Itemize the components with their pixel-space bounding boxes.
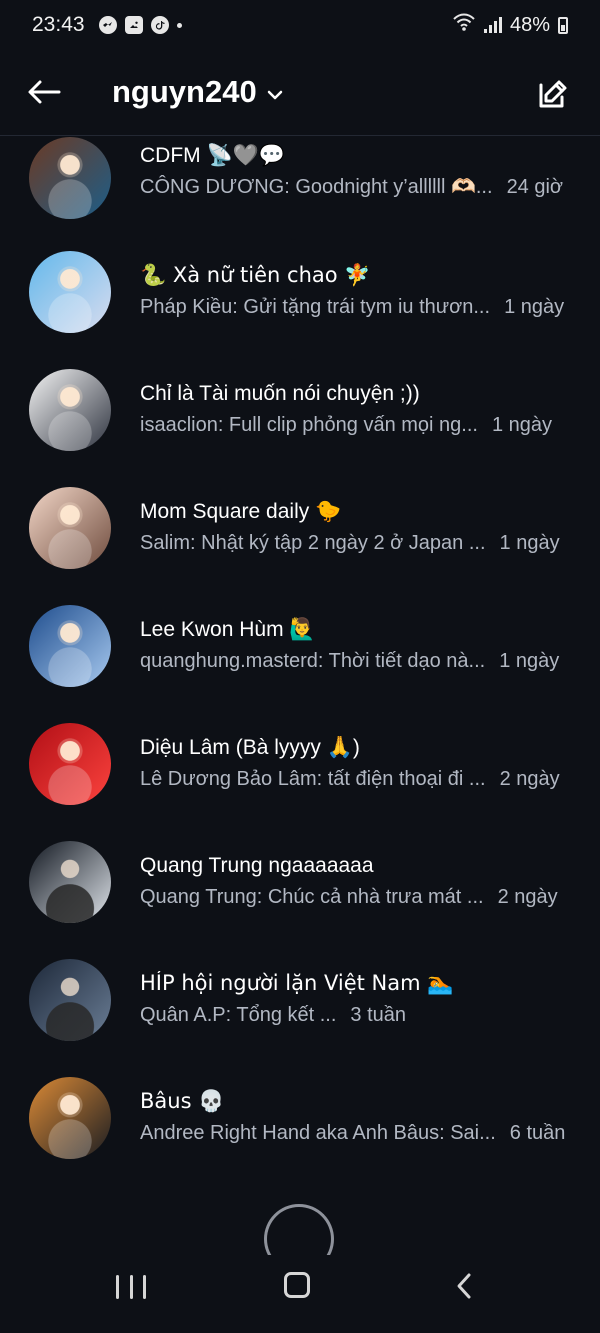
- chat-text: Lee Kwon Hùm 🙋‍♂️ quanghung.masterd: Thờ…: [140, 617, 580, 673]
- message-preview: Lê Dương Bảo Lâm: tất điện thoại đi ...: [140, 768, 486, 791]
- account-switcher[interactable]: nguyn240: [112, 74, 283, 110]
- avatar: [29, 251, 111, 333]
- message-time: 6 tuần: [509, 1122, 566, 1145]
- tiktok-icon: [150, 16, 169, 34]
- message-preview: quanghung.masterd: Thời tiết dạo nà...: [140, 650, 486, 673]
- chat-row[interactable]: Diệu Lâm (Bà lyyyy 🙏) Lê Dương Bảo Lâm: …: [0, 723, 600, 829]
- message-time: 1 ngày: [499, 532, 560, 555]
- chat-text: CDFM 📡🩶💬 CÔNG DƯƠNG: Goodnight y’allllll…: [140, 143, 580, 199]
- messenger-icon: [98, 16, 117, 34]
- chat-name: Lee Kwon Hùm 🙋‍♂️: [140, 618, 316, 641]
- message-preview: CÔNG DƯƠNG: Goodnight y’allllll 🫶🏻...: [140, 176, 493, 199]
- back-icon[interactable]: [454, 1271, 474, 1301]
- chat-meta: Salim: Nhật ký tập 2 ngày 2 ở Japan ... …: [140, 531, 578, 555]
- conversation-header: nguyn240: [0, 50, 600, 136]
- chat-meta: Lê Dương Bảo Lâm: tất điện thoại đi ... …: [140, 767, 578, 791]
- chevron-down-icon: [267, 84, 283, 105]
- chat-text: Quang Trung ngaaaaaaa Quang Trung: Chúc …: [140, 853, 580, 909]
- chat-row[interactable]: Bâus 💀 Andree Right Hand aka Anh Bâus: S…: [0, 1077, 600, 1183]
- chat-name: Mom Square daily 🐤: [140, 500, 342, 523]
- message-preview: Andree Right Hand aka Anh Bâus: Sai...: [140, 1122, 496, 1145]
- compose-button[interactable]: [534, 75, 572, 113]
- chat-text: Diệu Lâm (Bà lyyyy 🙏) Lê Dương Bảo Lâm: …: [140, 735, 580, 791]
- chat-name: HÍP hội người lặn Việt Nam 🏊: [140, 971, 454, 995]
- wifi-icon: [452, 13, 476, 37]
- avatar: [29, 605, 111, 687]
- chat-text: HÍP hội người lặn Việt Nam 🏊 Quân A.P: T…: [140, 971, 580, 1027]
- chat-name: Diệu Lâm (Bà lyyyy 🙏): [140, 736, 360, 759]
- recent-apps-icon[interactable]: [116, 1273, 146, 1301]
- chat-text: 🐍 Xà nữ tiên chao 🧚 Pháp Kiều: Gửi tặng …: [140, 263, 580, 319]
- chat-text: Mom Square daily 🐤 Salim: Nhật ký tập 2 …: [140, 499, 580, 555]
- signal-icon: [483, 17, 502, 33]
- message-preview: isaaclion: Full clip phỏng vấn mọi ng...: [140, 414, 478, 437]
- avatar: [29, 841, 111, 923]
- avatar: [29, 137, 111, 219]
- avatar: [29, 723, 111, 805]
- notification-dot-icon: [176, 22, 182, 28]
- chat-meta: quanghung.masterd: Thời tiết dạo nà... 1…: [140, 649, 578, 673]
- message-preview: Pháp Kiều: Gửi tặng trái tym iu thươn...: [140, 296, 491, 319]
- chat-name: Quang Trung ngaaaaaaa: [140, 854, 374, 877]
- chat-meta: isaaclion: Full clip phỏng vấn mọi ng...…: [140, 413, 578, 437]
- battery-percentage: 48%: [509, 13, 550, 36]
- system-navigation-bar: [0, 1255, 600, 1333]
- chat-name: CDFM 📡🩶💬: [140, 144, 285, 167]
- chat-list: CDFM 📡🩶💬 CÔNG DƯƠNG: Goodnight y’allllll…: [0, 137, 600, 1197]
- chat-row[interactable]: Chỉ là Tài muốn nói chuyện ;)) isaaclion…: [0, 369, 600, 475]
- compose-icon: [539, 80, 567, 108]
- chat-row[interactable]: Quang Trung ngaaaaaaa Quang Trung: Chúc …: [0, 841, 600, 947]
- chat-name: Bâus 💀: [140, 1089, 225, 1113]
- chat-text: Bâus 💀 Andree Right Hand aka Anh Bâus: S…: [140, 1089, 580, 1145]
- avatar: [29, 369, 111, 451]
- message-time: 3 tuần: [350, 1004, 407, 1027]
- chat-meta: Quang Trung: Chúc cả nhà trưa mát ... 2 …: [140, 885, 578, 909]
- message-time: 2 ngày: [499, 768, 560, 791]
- chat-row[interactable]: HÍP hội người lặn Việt Nam 🏊 Quân A.P: T…: [0, 959, 600, 1065]
- back-arrow-icon[interactable]: [24, 72, 64, 112]
- status-left: 23:43: [32, 13, 182, 37]
- chat-text: Chỉ là Tài muốn nói chuyện ;)) isaaclion…: [140, 381, 580, 437]
- chat-meta: Quân A.P: Tổng kết ... 3 tuần: [140, 1003, 578, 1027]
- status-time: 23:43: [32, 13, 85, 36]
- message-time: 24 giờ: [506, 176, 564, 199]
- home-icon[interactable]: [284, 1272, 310, 1298]
- gallery-icon: [124, 16, 143, 34]
- message-time: 1 ngày: [499, 650, 560, 673]
- avatar: [29, 959, 111, 1041]
- status-bar: 23:43 48%: [0, 0, 600, 50]
- message-time: 2 ngày: [497, 886, 558, 909]
- message-time: 1 ngày: [504, 296, 565, 319]
- message-preview: Quân A.P: Tổng kết ...: [140, 1004, 337, 1027]
- message-preview: Quang Trung: Chúc cả nhà trưa mát ...: [140, 886, 484, 909]
- avatar: [29, 1077, 111, 1159]
- page-title: nguyn240: [112, 74, 257, 109]
- chat-row[interactable]: 🐍 Xà nữ tiên chao 🧚 Pháp Kiều: Gửi tặng …: [0, 251, 600, 357]
- chat-row[interactable]: CDFM 📡🩶💬 CÔNG DƯƠNG: Goodnight y’allllll…: [0, 137, 600, 243]
- chat-row[interactable]: Lee Kwon Hùm 🙋‍♂️ quanghung.masterd: Thờ…: [0, 605, 600, 711]
- chat-row[interactable]: Mom Square daily 🐤 Salim: Nhật ký tập 2 …: [0, 487, 600, 593]
- message-time: 1 ngày: [491, 414, 553, 437]
- avatar: [29, 487, 111, 569]
- chat-meta: Andree Right Hand aka Anh Bâus: Sai... 6…: [140, 1121, 578, 1145]
- message-preview: Salim: Nhật ký tập 2 ngày 2 ở Japan ...: [140, 532, 486, 555]
- chat-meta: CÔNG DƯƠNG: Goodnight y’allllll 🫶🏻... 24…: [140, 175, 578, 199]
- chat-name: 🐍 Xà nữ tiên chao 🧚: [140, 263, 371, 287]
- battery-icon: [558, 16, 568, 34]
- status-right: 48%: [452, 13, 568, 37]
- chat-name: Chỉ là Tài muốn nói chuyện ;)): [140, 382, 420, 405]
- chat-meta: Pháp Kiều: Gửi tặng trái tym iu thươn...…: [140, 295, 578, 319]
